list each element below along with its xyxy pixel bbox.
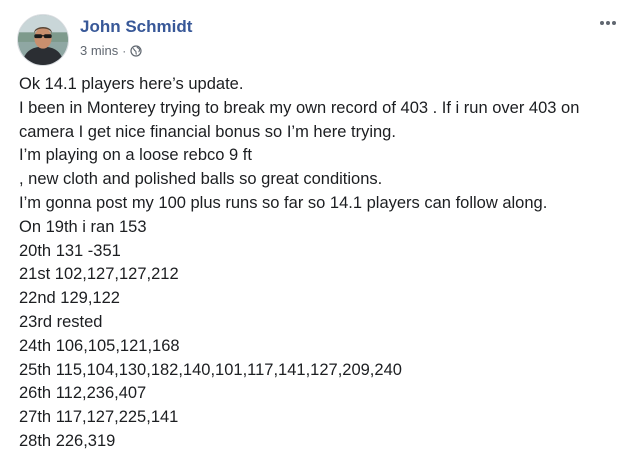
avatar[interactable] xyxy=(17,14,69,66)
post-line: 21st 102,127,127,212 xyxy=(19,265,179,284)
globe-icon[interactable] xyxy=(130,44,142,57)
more-options-icon xyxy=(600,21,604,25)
post-line: I been in Monterey trying to break my ow… xyxy=(19,98,580,141)
post-line: On 19th i ran 153 xyxy=(19,217,147,236)
post-line: , new cloth and polished balls so great … xyxy=(19,170,383,189)
post-line: 27th 117,127,225,141 xyxy=(19,408,179,427)
post-line: 25th 115,104,130,182,140,101,117,141,127… xyxy=(19,360,402,379)
post-line: 24th 106,105,121,168 xyxy=(19,336,180,355)
avatar-image xyxy=(18,15,68,65)
more-options-button[interactable] xyxy=(596,14,620,32)
post-line: 26th 112,236,407 xyxy=(19,384,147,403)
meta-separator: · xyxy=(122,43,127,58)
post-line: 20th 131 -351 xyxy=(19,241,121,260)
post-line: I’m playing on a loose rebco 9 ft xyxy=(19,146,252,165)
post-line: Ok 14.1 players here’s update. xyxy=(19,75,244,93)
post-line: 28th 226,319 xyxy=(19,431,116,450)
author-name[interactable]: John Schmidt xyxy=(80,17,192,37)
post-meta: 3 mins · xyxy=(80,43,142,58)
post-body: Ok 14.1 players here’s update. I been in… xyxy=(19,73,624,454)
post-line: 23rd rested xyxy=(19,312,103,331)
post-line: I’m gonna post my 100 plus runs so far s… xyxy=(19,193,548,212)
facebook-post: John Schmidt 3 mins · Ok 14.1 players he… xyxy=(0,0,629,457)
post-timestamp[interactable]: 3 mins xyxy=(80,43,118,58)
post-line: 22nd 129,122 xyxy=(19,289,120,308)
